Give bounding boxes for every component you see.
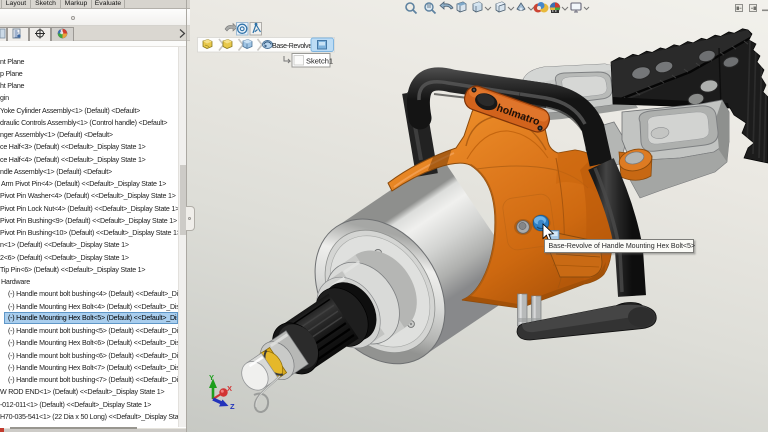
svg-text:Sketch1: Sketch1 [306,57,333,66]
svg-text:Z: Z [230,402,235,411]
svg-text:Y: Y [209,373,214,382]
svg-text:X: X [227,384,232,393]
svg-text:Base-Revolve: Base-Revolve [272,43,312,50]
